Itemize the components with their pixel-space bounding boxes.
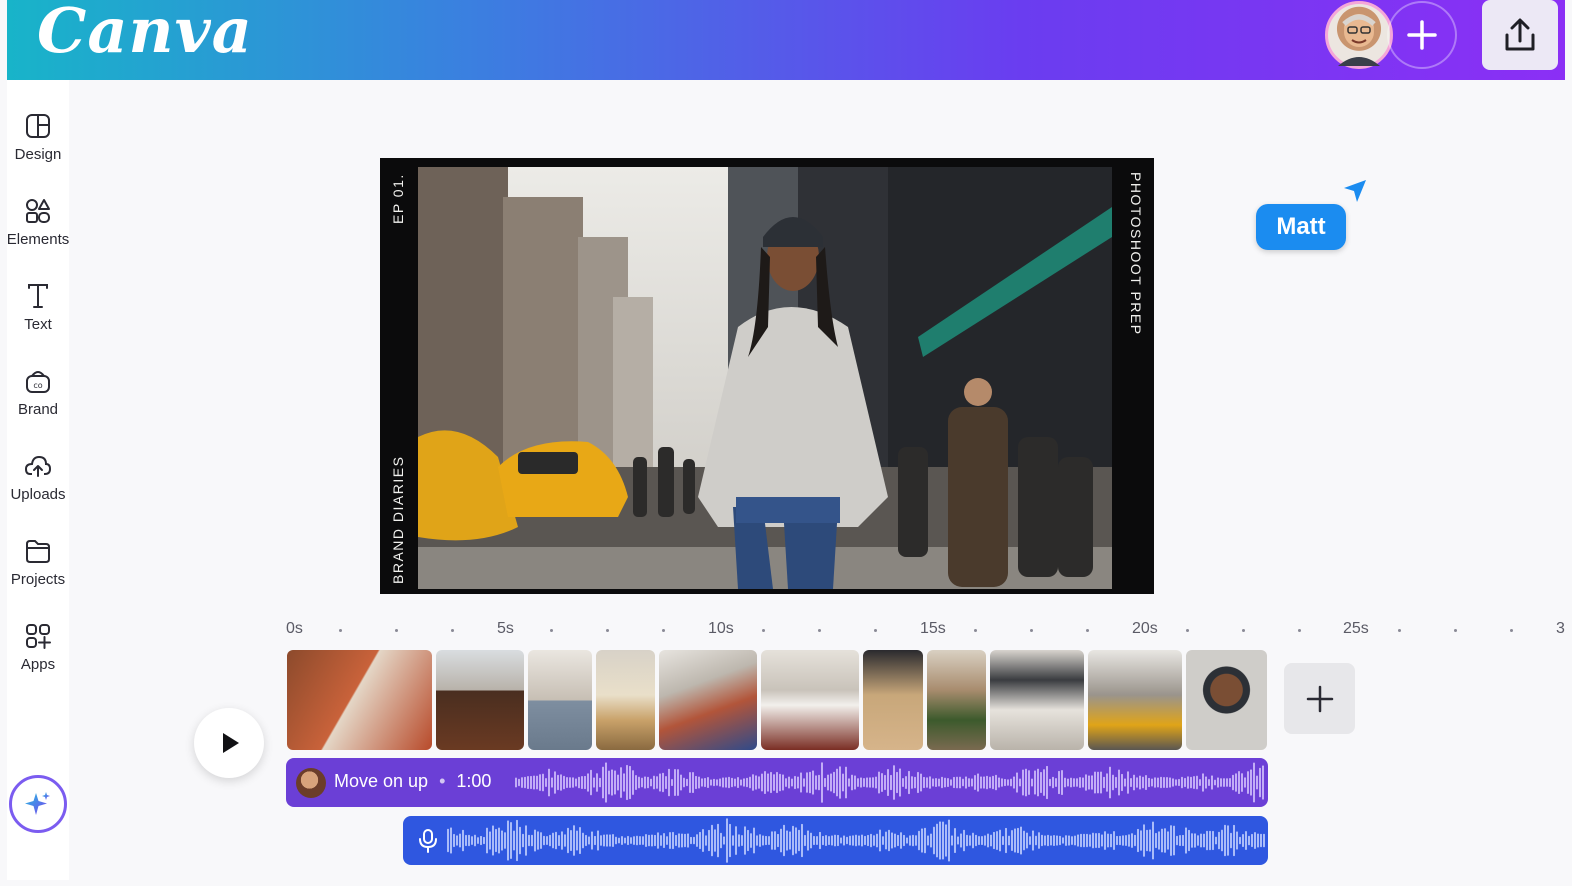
video-clip[interactable] <box>287 650 432 750</box>
ruler-dot <box>1030 629 1033 632</box>
canva-logo[interactable]: Canva <box>37 0 253 67</box>
ruler-dot <box>1186 629 1189 632</box>
ruler-dot <box>550 629 553 632</box>
ruler-dot <box>974 629 977 632</box>
cloud-upload-icon <box>24 455 52 477</box>
ruler-label: 20s <box>1132 620 1158 637</box>
sidebar-item-label: Elements <box>6 231 70 248</box>
sidebar-item-elements[interactable]: Elements <box>7 197 69 248</box>
music-track-duration: 1:00 <box>456 771 492 791</box>
share-button[interactable] <box>1482 0 1558 70</box>
ruler-dot <box>339 629 342 632</box>
sidebar-item-label: Brand <box>17 401 59 418</box>
ruler-label: 3 <box>1556 620 1565 637</box>
top-bar: Canva <box>7 0 1565 80</box>
collaborator-cursor-icon <box>1344 180 1366 202</box>
design-layout-icon <box>26 114 50 138</box>
invite-collaborator-button[interactable] <box>1387 1 1457 69</box>
voice-waveform <box>447 818 1265 863</box>
sidebar-item-brand[interactable]: co Brand <box>7 367 69 418</box>
sidebar-item-label: Apps <box>20 656 56 673</box>
episode-title-label[interactable]: PHOTOSHOOT PREP <box>1128 172 1144 336</box>
music-cover-thumbnail <box>296 768 326 798</box>
ruler-dot <box>662 629 665 632</box>
video-clip[interactable] <box>1088 650 1182 750</box>
video-clip[interactable] <box>863 650 923 750</box>
ruler-dot <box>451 629 454 632</box>
ruler-dot <box>1398 629 1401 632</box>
ruler-dot <box>874 629 877 632</box>
collaborator-name-tag: Matt <box>1256 204 1346 250</box>
video-clip[interactable] <box>927 650 986 750</box>
sidebar-item-label: Design <box>14 146 62 163</box>
ruler-dot <box>1298 629 1301 632</box>
apps-grid-icon <box>26 624 51 649</box>
video-clip[interactable] <box>659 650 757 750</box>
video-clip[interactable] <box>990 650 1084 750</box>
ruler-label: 5s <box>497 620 514 637</box>
sidebar-item-label: Uploads <box>10 486 66 503</box>
sidebar-item-design[interactable]: Design <box>7 112 69 163</box>
ruler-dot <box>1454 629 1457 632</box>
ruler-dot <box>1510 629 1513 632</box>
ruler-dot <box>762 629 765 632</box>
user-avatar[interactable] <box>1325 1 1393 69</box>
video-clip[interactable] <box>596 650 655 750</box>
design-canvas[interactable]: EP 01. BRAND DIARIES PHOTOSHOOT PREP <box>380 158 1154 594</box>
audio-track-voiceover[interactable] <box>403 816 1268 865</box>
video-clip[interactable] <box>528 650 592 750</box>
play-icon <box>223 733 239 753</box>
street-scene-illustration <box>418 167 1112 589</box>
avatar-face-icon <box>1338 14 1380 66</box>
video-clip[interactable] <box>761 650 859 750</box>
plus-icon <box>1407 20 1437 50</box>
sidebar-item-text[interactable]: Text <box>7 282 69 333</box>
music-track-label: Move on up • 1:00 <box>334 771 491 792</box>
text-t-icon <box>28 284 48 308</box>
timeline-ruler[interactable]: 0s 5s 10s 15s 20s 25s 3 <box>286 620 1572 644</box>
ruler-dot <box>1086 629 1089 632</box>
add-clip-button[interactable] <box>1284 663 1355 734</box>
video-clip[interactable] <box>1186 650 1267 750</box>
sidebar-item-apps[interactable]: Apps <box>7 622 69 673</box>
audio-track-music[interactable]: Move on up • 1:00 <box>286 758 1268 807</box>
video-frame-image[interactable] <box>418 167 1112 589</box>
ruler-label: 10s <box>708 620 734 637</box>
ruler-dot <box>606 629 609 632</box>
folder-icon <box>26 540 50 563</box>
ruler-label: 15s <box>920 620 946 637</box>
sidebar: Design Elements Text co Brand Uploads Pr… <box>7 80 69 880</box>
magic-assistant-button[interactable] <box>9 775 67 833</box>
ruler-dot <box>1242 629 1245 632</box>
sidebar-item-uploads[interactable]: Uploads <box>7 452 69 503</box>
plus-icon <box>1306 685 1333 712</box>
elements-shapes-icon <box>26 199 50 223</box>
svg-text:co: co <box>33 381 42 390</box>
video-clip[interactable] <box>436 650 524 750</box>
microphone-icon <box>419 829 437 853</box>
canva-editor: Canva Design Elements Text co Brand Uplo… <box>0 0 1572 886</box>
brand-kit-icon: co <box>26 371 50 393</box>
sidebar-item-label: Text <box>24 316 52 333</box>
sidebar-item-projects[interactable]: Projects <box>7 537 69 588</box>
ruler-dot <box>818 629 821 632</box>
upload-share-icon <box>1505 18 1535 51</box>
series-title-label[interactable]: BRAND DIARIES <box>390 456 406 584</box>
music-track-separator: • <box>439 771 446 791</box>
ruler-label: 0s <box>286 620 303 637</box>
ruler-dot <box>395 629 398 632</box>
episode-label[interactable]: EP 01. <box>390 173 406 224</box>
music-track-title: Move on up <box>334 771 429 791</box>
sparkle-icon <box>25 792 50 815</box>
play-button[interactable] <box>194 708 264 778</box>
sidebar-item-label: Projects <box>10 571 66 588</box>
ruler-label: 25s <box>1343 620 1369 637</box>
